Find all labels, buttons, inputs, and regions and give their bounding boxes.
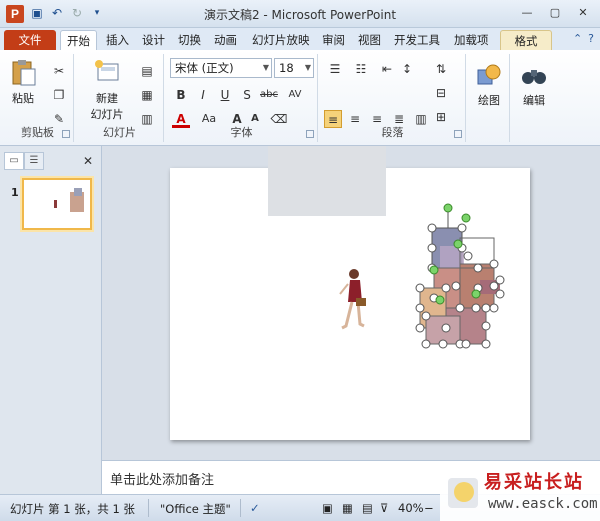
slideshow-icon[interactable]: ⊽: [380, 501, 388, 515]
ribbon-tabs: 文件 开始 插入 设计 切换 动画 幻灯片放映 审阅 视图 开发工具 加载项 格…: [0, 28, 600, 50]
minimize-icon[interactable]: —: [514, 4, 540, 22]
font-launcher-icon[interactable]: [306, 130, 314, 138]
group-label-paragraph: 段落: [381, 126, 404, 139]
slides-tab-icon[interactable]: ▭: [4, 152, 24, 170]
tab-design[interactable]: 设计: [136, 30, 171, 50]
watermark-url: www.easck.com: [488, 496, 598, 512]
help-icon[interactable]: ?: [588, 32, 594, 45]
zoom-level[interactable]: 40%: [398, 501, 424, 515]
collapse-ribbon-icon[interactable]: ⌃: [573, 32, 582, 45]
char-spacing-icon[interactable]: AV: [286, 86, 304, 104]
selected-shape-group[interactable]: [415, 203, 505, 349]
reset-icon[interactable]: ▦: [138, 86, 156, 104]
tab-insert[interactable]: 插入: [100, 30, 135, 50]
cut-icon[interactable]: ✂: [50, 62, 68, 80]
drawing-button[interactable]: 绘图: [470, 60, 508, 108]
window-controls: — ▢ ✕: [514, 4, 596, 22]
tab-review[interactable]: 审阅: [316, 30, 351, 50]
numbering-icon[interactable]: ☷: [352, 60, 370, 78]
paragraph-launcher-icon[interactable]: [454, 130, 462, 138]
group-label-font: 字体: [230, 126, 253, 139]
decrease-indent-icon[interactable]: ⇤: [378, 60, 396, 78]
slide-thumbnail[interactable]: [22, 178, 92, 230]
underline-icon[interactable]: U: [216, 86, 234, 104]
tab-view[interactable]: 视图: [352, 30, 387, 50]
clipboard-launcher-icon[interactable]: [62, 130, 70, 138]
normal-view-icon[interactable]: ▣: [322, 501, 333, 515]
floating-panel: [268, 146, 386, 216]
watermark-logo-icon: [448, 478, 478, 508]
slide-thumbnail-number: 1: [11, 186, 19, 199]
bullets-icon[interactable]: ☰: [326, 60, 344, 78]
font-size-value: 18: [279, 61, 294, 75]
font-name-combo[interactable]: 宋体 (正文) ▼: [170, 58, 272, 78]
chevron-down-icon: ▼: [304, 63, 311, 72]
copy-icon[interactable]: ❐: [50, 86, 68, 104]
paste-icon: [12, 60, 36, 86]
group-clipboard: 粘贴 ✂ ❐ ✎ 剪贴板: [2, 54, 74, 142]
slide-counter: 幻灯片 第 1 张，共 1 张: [10, 502, 135, 516]
group-editing: 编辑: [512, 54, 556, 142]
spell-check-icon[interactable]: ✓: [250, 501, 260, 515]
editing-label: 编辑: [523, 94, 545, 107]
tab-home[interactable]: 开始: [60, 30, 97, 50]
editing-button[interactable]: 编辑: [514, 60, 554, 108]
font-size-combo[interactable]: 18 ▼: [274, 58, 314, 78]
slide-sorter-icon[interactable]: ▦: [342, 501, 353, 515]
close-icon[interactable]: ✕: [570, 4, 596, 22]
tab-developer[interactable]: 开发工具: [388, 30, 446, 50]
window-title: 演示文稿2 - Microsoft PowerPoint: [203, 8, 397, 22]
drawing-label: 绘图: [478, 94, 500, 107]
binoculars-icon: [522, 70, 546, 84]
reading-view-icon[interactable]: ▤: [362, 501, 373, 515]
group-label-slides: 幻灯片: [103, 126, 136, 139]
theme-name[interactable]: "Office 主题": [160, 501, 231, 517]
group-paragraph: ☰ ☷ ⇤ ↕ ⇅ ⊟ ⊞ ≡ ≡ ≡ ≣ ▥ 段落: [320, 54, 466, 142]
group-drawing: 绘图: [468, 54, 510, 142]
shadow-icon[interactable]: S: [238, 86, 256, 104]
tab-format[interactable]: 格式: [500, 30, 552, 50]
group-slides: 新建 幻灯片 ▤ ▦ ▥ 幻灯片: [76, 54, 164, 142]
tab-addins[interactable]: 加载项: [448, 30, 495, 50]
italic-icon[interactable]: I: [194, 86, 212, 104]
new-slide-button[interactable]: 新建 幻灯片: [82, 58, 132, 122]
watermark: 易采站长站 www.easck.com: [440, 464, 600, 521]
new-slide-icon: [95, 60, 119, 81]
title-bar: P ▣ ↶ ↻ ▾ 演示文稿2 - Microsoft PowerPoint —…: [0, 0, 600, 28]
tab-file[interactable]: 文件: [4, 30, 56, 50]
layout-icon[interactable]: ▤: [138, 62, 156, 80]
close-pane-icon[interactable]: ✕: [83, 154, 93, 168]
group-font: 宋体 (正文) ▼ 18 ▼ B I U S abc AV A Aa A A ⌫…: [166, 54, 318, 142]
ribbon: 粘贴 ✂ ❐ ✎ 剪贴板 新建 幻灯片 ▤ ▦ ▥ 幻灯片 宋体 (正文) ▼ …: [0, 50, 600, 146]
tab-transitions[interactable]: 切换: [172, 30, 207, 50]
paste-button[interactable]: 粘贴: [6, 58, 40, 106]
woman-clipart[interactable]: [339, 269, 366, 330]
ribbon-right-controls: ⌃ ?: [573, 32, 594, 45]
tab-slideshow[interactable]: 幻灯片放映: [246, 30, 316, 50]
bold-icon[interactable]: B: [172, 86, 190, 104]
chevron-down-icon: ▼: [262, 63, 269, 72]
divider: [148, 499, 149, 517]
tab-animations[interactable]: 动画: [208, 30, 243, 50]
zoom-out-icon[interactable]: −: [424, 501, 434, 515]
text-direction-icon[interactable]: ⇅: [432, 60, 450, 78]
slides-pane: ▭ ☰ ✕ 1: [0, 146, 102, 494]
divider: [240, 499, 241, 517]
maximize-icon[interactable]: ▢: [542, 4, 568, 22]
line-spacing-icon[interactable]: ↕: [398, 60, 416, 78]
strikethrough-icon[interactable]: abc: [260, 86, 278, 104]
notes-placeholder: 单击此处添加备注: [110, 473, 215, 488]
new-slide-label-1: 新建: [96, 92, 118, 105]
watermark-title: 易采站长站: [484, 472, 584, 493]
shapes-icon: [477, 64, 501, 85]
font-name-value: 宋体 (正文): [175, 61, 234, 75]
align-text-icon[interactable]: ⊟: [432, 84, 450, 102]
new-slide-label-2: 幻灯片: [90, 108, 124, 121]
slide-thumbnail-preview: [54, 188, 84, 212]
outline-tab-icon[interactable]: ☰: [24, 152, 44, 170]
slide-editor: [102, 146, 600, 460]
paste-label: 粘贴: [12, 92, 34, 105]
